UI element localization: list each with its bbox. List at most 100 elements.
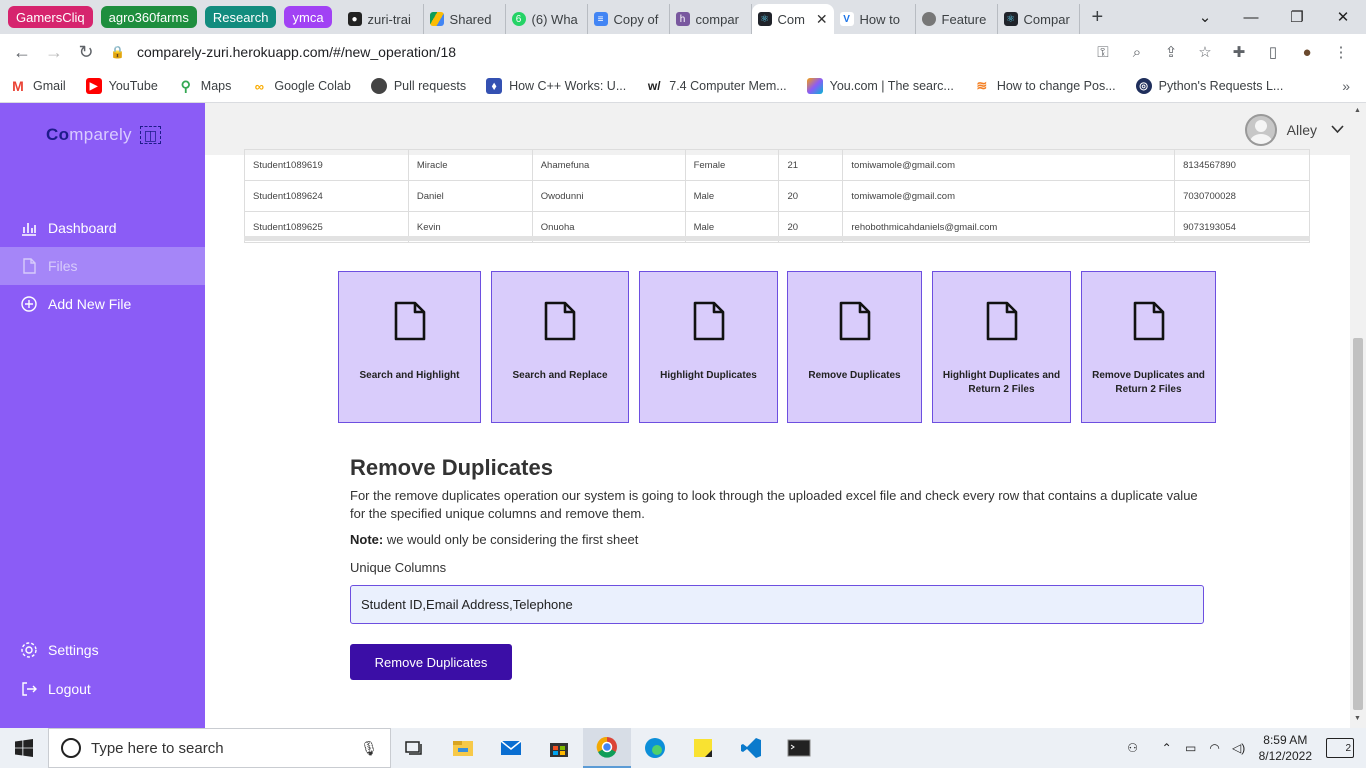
table-cell: Daniel — [407, 180, 533, 212]
bookmark-colab[interactable]: ∞ Google Colab — [251, 78, 351, 94]
user-menu[interactable]: Alley — [1244, 114, 1344, 146]
operation-card-highlight-duplicates-return-2-files[interactable]: Highlight Duplicates and Return 2 Files — [932, 271, 1071, 423]
menu-icon[interactable]: ⋮ — [1324, 43, 1358, 61]
scrollbar-thumb[interactable] — [1353, 338, 1363, 710]
browser-tab[interactable]: ≡ Copy of — [588, 4, 670, 34]
bookmark-youcom[interactable]: You.com | The searc... — [806, 78, 954, 94]
chrome-icon[interactable] — [583, 728, 631, 768]
table-cell: 7030700028 — [1174, 180, 1310, 212]
sidebar-item-dashboard[interactable]: Dashboard — [0, 209, 205, 247]
react-icon: ⚛ — [1003, 12, 1018, 26]
github-icon — [370, 78, 387, 94]
table-cell: Ahamefuna — [531, 149, 686, 181]
windows-start-icon[interactable] — [0, 728, 48, 768]
close-tab-icon[interactable]: ✕ — [816, 11, 828, 28]
back-icon[interactable]: ← — [6, 42, 38, 63]
terminal-icon[interactable] — [775, 728, 823, 768]
operation-card-remove-duplicates-return-2-files[interactable]: Remove Duplicates and Return 2 Files — [1081, 271, 1216, 423]
table-cell: 8134567890 — [1174, 149, 1310, 181]
more-bookmarks-icon[interactable]: » — [1342, 78, 1350, 94]
bookmark-stackoverflow[interactable]: ≋ How to change Pos... — [974, 78, 1115, 94]
remove-duplicates-button[interactable]: Remove Duplicates — [350, 644, 512, 680]
wifi-icon[interactable]: ◠ — [1203, 741, 1227, 755]
drive-icon — [429, 12, 444, 26]
bookmark-cpp[interactable]: ⬧ How C++ Works: U... — [486, 78, 626, 94]
operation-card-highlight-duplicates[interactable]: Highlight Duplicates — [639, 271, 778, 423]
volume-icon[interactable]: ◁) — [1227, 741, 1251, 755]
vuejs-icon: V — [839, 12, 854, 26]
scroll-up-icon[interactable]: ▲ — [1354, 107, 1361, 114]
tab-group-agro360farms[interactable]: agro360farms — [100, 6, 197, 28]
share-icon[interactable]: ⇪ — [1154, 43, 1188, 61]
tab-group-research[interactable]: Research — [204, 6, 277, 28]
unique-columns-label: Unique Columns — [350, 560, 447, 575]
operation-card-search-and-replace[interactable]: Search and Replace — [491, 271, 629, 423]
bookmark-python-requests[interactable]: ◎ Python's Requests L... — [1135, 78, 1283, 94]
chevron-up-icon[interactable]: ⌃ — [1155, 741, 1179, 755]
edge-icon[interactable] — [631, 728, 679, 768]
file-explorer-icon[interactable] — [439, 728, 487, 768]
sidebar-item-files[interactable]: Files — [0, 247, 205, 285]
chevron-down-icon[interactable] — [1331, 123, 1344, 137]
lock-icon[interactable]: 🔒 — [110, 45, 125, 59]
browser-tab[interactable]: Shared — [424, 4, 506, 34]
sticky-notes-icon[interactable] — [679, 728, 727, 768]
sidebar-item-settings[interactable]: Settings — [0, 631, 205, 669]
bookmark-youtube[interactable]: ▶ YouTube — [85, 78, 158, 94]
battery-icon[interactable]: ▭ — [1179, 741, 1203, 755]
reload-icon[interactable]: ↻ — [70, 42, 102, 63]
minimize-icon[interactable]: — — [1228, 9, 1274, 26]
people-icon[interactable]: ⚇ — [1121, 741, 1145, 755]
browser-tab[interactable]: 6 (6) Wha — [506, 4, 588, 34]
sidebar-item-logout[interactable]: Logout — [0, 670, 205, 708]
operation-card-search-and-highlight[interactable]: Search and Highlight — [338, 271, 481, 423]
browser-tab-active[interactable]: ⚛ Com ✕ — [751, 4, 834, 34]
tab-search-icon[interactable]: ⌄ — [1182, 8, 1228, 26]
side-panel-icon[interactable]: ▯ — [1256, 43, 1290, 61]
tab-title: Copy of — [613, 11, 659, 27]
key-icon[interactable]: ⚿ — [1086, 44, 1120, 61]
clock[interactable]: 8:59 AM 8/12/2022 — [1259, 732, 1312, 764]
microphone-icon[interactable]: 🎙 — [360, 740, 378, 757]
extensions-icon[interactable]: ✚ — [1222, 43, 1256, 61]
close-window-icon[interactable]: ✕ — [1320, 8, 1366, 26]
table-row: Student1089619 Miracle Ahamefuna Female 21 to… — [244, 149, 1310, 181]
file-icon — [543, 300, 577, 347]
page-scrollbar[interactable]: ▲ ▼ — [1350, 103, 1366, 728]
mail-icon[interactable] — [487, 728, 535, 768]
system-tray: ⚇ ⌃ ▭ ◠ ◁) 8:59 AM 8/12/2022 2 — [1121, 728, 1366, 768]
forward-icon[interactable]: → — [38, 42, 70, 63]
sidebar-item-add-new-file[interactable]: Add New File — [0, 285, 205, 323]
browser-tab[interactable]: ⚛ Compar — [998, 4, 1080, 34]
table-scroll-track[interactable] — [244, 236, 1310, 241]
profile-avatar-icon[interactable]: ● — [1290, 44, 1324, 61]
task-view-icon[interactable] — [391, 728, 439, 768]
table-cell: tomiwamole@gmail.com — [842, 180, 1176, 212]
taskbar-search[interactable]: Type here to search 🎙 — [48, 728, 391, 768]
url-bar[interactable]: 🔒 comparely-zuri.herokuapp.com/#/new_ope… — [110, 38, 1230, 66]
bookmark-gmail[interactable]: M Gmail — [10, 78, 66, 94]
bookmark-pull-requests[interactable]: Pull requests — [370, 78, 466, 94]
store-icon[interactable] — [535, 728, 583, 768]
app-logo[interactable]: Comparely ◫ — [46, 125, 162, 145]
operation-label: Highlight Duplicates — [660, 370, 757, 381]
browser-tab[interactable]: V How to — [834, 4, 916, 34]
zoom-icon[interactable]: ⌕ — [1120, 44, 1154, 61]
operation-card-remove-duplicates[interactable]: Remove Duplicates — [787, 271, 922, 423]
vscode-icon[interactable] — [727, 728, 775, 768]
scroll-down-icon[interactable]: ▼ — [1354, 715, 1361, 722]
bookmark-star-icon[interactable]: ☆ — [1188, 43, 1222, 61]
browser-tab[interactable]: Feature — [916, 4, 998, 34]
browser-tab[interactable]: ● zuri-trai — [342, 4, 424, 34]
tab-group-gamerscliq[interactable]: GamersCliq — [8, 6, 93, 28]
toolbar-icons: ⚿ ⌕ ⇪ ☆ ✚ ▯ ● ⋮ — [1086, 34, 1358, 70]
bookmark-maps[interactable]: ⚲ Maps — [178, 78, 232, 94]
unique-columns-input[interactable] — [350, 585, 1204, 624]
notifications-icon[interactable]: 2 — [1326, 738, 1354, 758]
colab-icon: ∞ — [254, 78, 264, 94]
restore-icon[interactable]: ❐ — [1274, 8, 1320, 26]
browser-tab[interactable]: h compar — [670, 4, 752, 34]
new-tab-button[interactable]: + — [1092, 6, 1104, 29]
tab-group-ymca[interactable]: ymca — [284, 6, 332, 28]
bookmark-computer-memory[interactable]: w/7.4 Computer Mem... — [646, 78, 787, 94]
